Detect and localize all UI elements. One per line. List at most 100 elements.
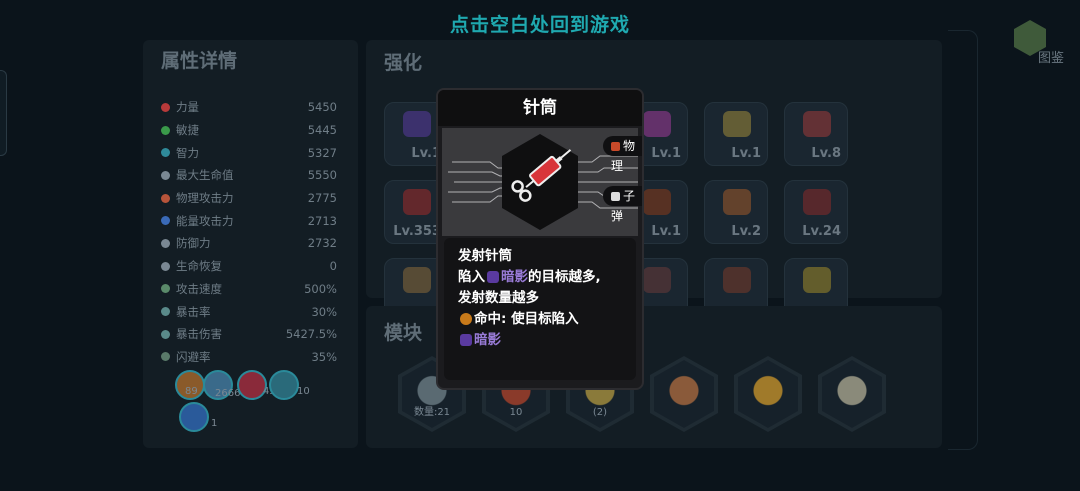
attribute-value: 2713 bbox=[307, 213, 337, 228]
energy-attack-icon bbox=[161, 216, 170, 226]
attribute-label: 生命恢复 bbox=[176, 259, 222, 274]
attribute-value: 500% bbox=[304, 281, 337, 296]
donut-icon bbox=[403, 267, 431, 293]
cake-icon bbox=[643, 267, 671, 293]
attribute-label: 闪避率 bbox=[176, 349, 211, 364]
attribute-row: 敏捷 5445 bbox=[161, 119, 337, 142]
heart-icon bbox=[161, 170, 170, 180]
dagger-icon bbox=[403, 111, 431, 137]
bottle-icon bbox=[803, 189, 831, 215]
radio-icon bbox=[643, 111, 671, 137]
codex-label: 图鉴 bbox=[1038, 51, 1065, 66]
buff-value: 1 bbox=[211, 418, 218, 429]
module-label: 10 bbox=[509, 407, 523, 418]
shield-icon bbox=[161, 238, 170, 248]
module-label: 数量:21 bbox=[413, 407, 451, 418]
attribute-row: 防御力 2732 bbox=[161, 232, 337, 255]
crit-damage-icon bbox=[161, 329, 170, 339]
milk-cups-icon bbox=[822, 360, 882, 428]
desc-line-5: 暗影 bbox=[458, 330, 630, 351]
buff-icons: 89 26666 45 10 1 bbox=[175, 370, 345, 450]
attribute-label: 攻击速度 bbox=[176, 281, 222, 296]
upgrade-level: Lv.1 bbox=[651, 224, 681, 239]
upgrade-slot[interactable]: Lv.8 bbox=[784, 102, 848, 166]
attribute-value: 35% bbox=[311, 349, 337, 364]
attribute-row: 能量攻击力 2713 bbox=[161, 209, 337, 232]
shadow-keyword: 暗影 bbox=[474, 332, 501, 348]
attribute-label: 能量攻击力 bbox=[176, 213, 234, 228]
apple-icon bbox=[403, 189, 431, 215]
upgrade-slot[interactable]: Lv.2 bbox=[704, 180, 768, 244]
desc-line-3: 发射数量越多 bbox=[458, 290, 539, 306]
desc-text: 的目标越多, bbox=[528, 269, 601, 285]
side-drawer-tab[interactable] bbox=[0, 70, 7, 156]
panel-frame bbox=[948, 30, 978, 450]
dodge-icon bbox=[161, 352, 170, 362]
card-title: 针筒 bbox=[438, 90, 642, 126]
attribute-row: 攻击速度 500% bbox=[161, 278, 337, 301]
attribute-label: 敏捷 bbox=[176, 123, 199, 138]
upgrade-slot[interactable]: Lv.24 bbox=[784, 180, 848, 244]
attribute-value: 0 bbox=[329, 259, 337, 274]
attribute-value: 5450 bbox=[307, 100, 337, 115]
attribute-row: 最大生命值 5550 bbox=[161, 164, 337, 187]
cookie-icon bbox=[643, 189, 671, 215]
upgrades-title: 强化 bbox=[384, 52, 423, 74]
desc-line-2: 陷入 暗影的目标越多, bbox=[458, 267, 630, 288]
pie-icon bbox=[723, 267, 751, 293]
module-label: (2) bbox=[592, 407, 608, 418]
card-tag: 子弹 bbox=[603, 186, 642, 223]
module-slot[interactable] bbox=[650, 356, 718, 432]
buff-value: 10 bbox=[297, 386, 310, 397]
fries-icon bbox=[723, 189, 751, 215]
intellect-icon bbox=[161, 148, 170, 158]
card-description: 发射针筒 陷入 暗影的目标越多, 发射数量越多 命中: 使目标陷入 暗影 bbox=[444, 238, 636, 380]
return-hint[interactable]: 点击空白处回到游戏 bbox=[0, 10, 1080, 37]
attribute-label: 智力 bbox=[176, 145, 199, 160]
strength-icon bbox=[161, 102, 170, 112]
attribute-value: 5327 bbox=[307, 145, 337, 160]
attribute-value: 2775 bbox=[307, 191, 337, 206]
module-slot[interactable] bbox=[818, 356, 886, 432]
attribute-row: 暴击率 30% bbox=[161, 300, 337, 323]
upgrade-slot[interactable]: Lv.1 bbox=[704, 102, 768, 166]
module-slot[interactable] bbox=[734, 356, 802, 432]
upgrade-level: Lv.8 bbox=[811, 146, 841, 161]
attribute-label: 暴击率 bbox=[176, 304, 211, 319]
attribute-row: 生命恢复 0 bbox=[161, 255, 337, 278]
attribute-value: 5427.5% bbox=[285, 327, 337, 342]
upgrade-level: Lv.353 bbox=[393, 224, 441, 239]
shadow-icon bbox=[487, 271, 499, 283]
attribute-label: 物理攻击力 bbox=[176, 191, 234, 206]
bullet-tag-icon bbox=[611, 192, 620, 201]
upgrade-level: Lv.1 bbox=[731, 146, 761, 161]
water-buff-icon bbox=[179, 402, 209, 432]
lightning-buff-icon bbox=[269, 370, 299, 400]
ring-of-thorns-icon bbox=[738, 360, 798, 428]
attribute-row: 闪避率 35% bbox=[161, 346, 337, 369]
attribute-list: 力量 5450 敏捷 5445 智力 5327 最大生命值 5550 物理攻击力 2775 能量攻击… bbox=[161, 96, 337, 368]
card-tag: 物理 bbox=[603, 136, 642, 173]
attribute-value: 2732 bbox=[307, 236, 337, 251]
attribute-row: 暴击伤害 5427.5% bbox=[161, 323, 337, 346]
desc-line-1: 发射针筒 bbox=[458, 248, 512, 264]
desc-line-4: 命中: 使目标陷入 bbox=[458, 309, 630, 330]
shadow-keyword: 暗影 bbox=[501, 269, 528, 285]
attack-speed-icon bbox=[161, 284, 170, 294]
ball-icon bbox=[803, 111, 831, 137]
attribute-row: 力量 5450 bbox=[161, 96, 337, 119]
upgrade-level: Lv.1 bbox=[651, 146, 681, 161]
attribute-label: 暴击伤害 bbox=[176, 327, 222, 342]
attributes-title: 属性详情 bbox=[161, 50, 238, 72]
attribute-value: 5445 bbox=[307, 123, 337, 138]
upgrade-level: Lv.2 bbox=[731, 224, 761, 239]
codex-button[interactable]: 图鉴 bbox=[1012, 20, 1070, 68]
crown-icon bbox=[723, 111, 751, 137]
heart-regen-icon bbox=[161, 261, 170, 271]
modules-title: 模块 bbox=[384, 322, 423, 344]
cheese-icon bbox=[803, 267, 831, 293]
attribute-row: 智力 5327 bbox=[161, 141, 337, 164]
desc-text: 命中: 使目标陷入 bbox=[474, 311, 579, 327]
attribute-label: 防御力 bbox=[176, 236, 211, 251]
attribute-value: 30% bbox=[311, 304, 337, 319]
